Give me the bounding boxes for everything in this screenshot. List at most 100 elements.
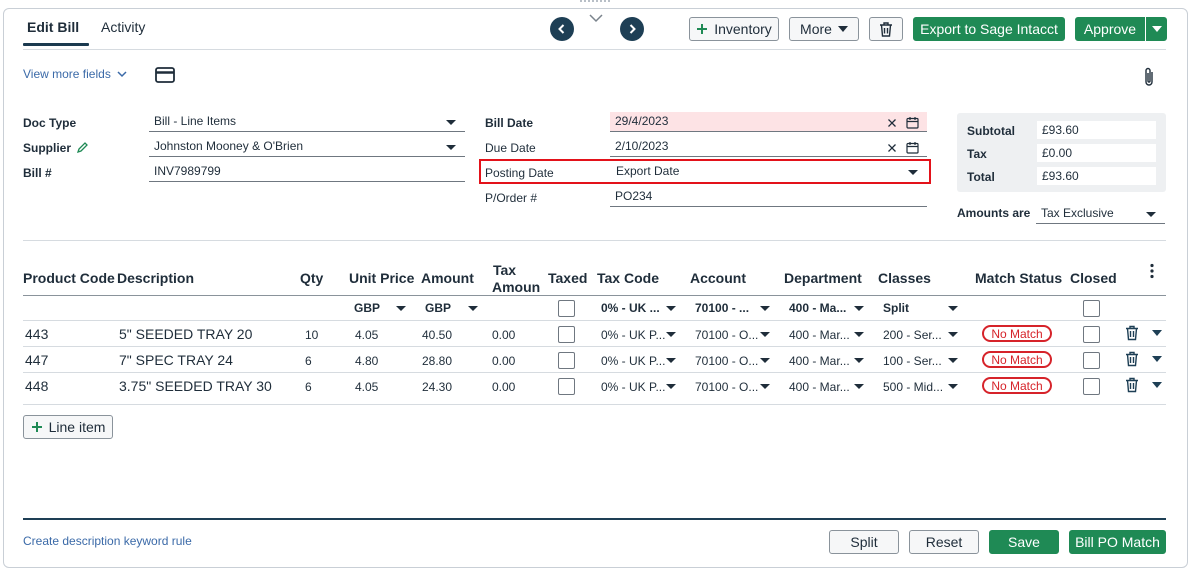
approve-button[interactable]: Approve — [1075, 17, 1145, 41]
col-description[interactable]: Description — [117, 270, 194, 286]
previous-bill-button[interactable] — [550, 17, 574, 41]
col-classes[interactable]: Classes — [878, 270, 931, 286]
row-amount[interactable]: 28.80 — [422, 354, 452, 368]
col-tax-code[interactable]: Tax Code — [597, 270, 659, 286]
chevron-down-icon[interactable] — [588, 12, 604, 24]
row-closed-checkbox[interactable] — [1083, 352, 1100, 369]
export-to-sage-intacct-button[interactable]: Export to Sage Intacct — [913, 17, 1065, 41]
col-closed[interactable]: Closed — [1070, 270, 1117, 286]
supplier-select[interactable]: Johnston Mooney & O'Brien — [149, 137, 465, 157]
view-more-fields-link[interactable]: View more fields — [23, 67, 127, 81]
col-tax-amount-line1[interactable]: Tax — [493, 262, 516, 278]
paperclip-icon[interactable] — [1142, 66, 1156, 88]
approve-options-button[interactable] — [1146, 17, 1167, 41]
credit-card-icon[interactable] — [155, 67, 175, 83]
col-qty[interactable]: Qty — [300, 270, 323, 286]
row-unit-price[interactable]: 4.80 — [355, 354, 378, 368]
row-qty[interactable]: 6 — [305, 354, 312, 368]
col-unit-price[interactable]: Unit Price — [349, 270, 414, 286]
delete-bill-button[interactable] — [869, 17, 903, 41]
create-keyword-rule-link[interactable]: Create description keyword rule — [23, 534, 192, 548]
match-status-badge: No Match — [982, 325, 1052, 342]
col-match-status[interactable]: Match Status — [975, 270, 1062, 286]
row-unit-price[interactable]: 4.05 — [355, 328, 378, 342]
row-description[interactable]: 7" SPEC TRAY 24 — [119, 352, 233, 368]
bill-number-input[interactable]: INV7989799 — [149, 162, 465, 182]
add-line-item-button[interactable]: Line item — [23, 415, 113, 439]
row-department[interactable]: 400 - Mar... — [789, 354, 850, 368]
row-description[interactable]: 5" SEEDED TRAY 20 — [119, 326, 252, 342]
closed-all-checkbox[interactable] — [1083, 300, 1100, 317]
row-product-code[interactable]: 448 — [25, 378, 48, 394]
row-closed-checkbox[interactable] — [1083, 326, 1100, 343]
trash-icon[interactable] — [1125, 377, 1139, 393]
trash-icon[interactable] — [1125, 351, 1139, 367]
caret-down-icon — [1151, 26, 1162, 32]
row-classes[interactable]: 200 - Ser... — [883, 328, 942, 342]
row-taxed-checkbox[interactable] — [558, 378, 575, 395]
col-tax-amount-line2[interactable]: Amoun — [492, 279, 540, 295]
row-tax-amount[interactable]: 0.00 — [492, 328, 515, 342]
col-amount[interactable]: Amount — [421, 270, 474, 286]
row-classes[interactable]: 500 - Mid... — [883, 380, 943, 394]
default-classes[interactable]: Split — [883, 301, 909, 315]
default-department[interactable]: 400 - Ma... — [789, 301, 846, 315]
col-department[interactable]: Department — [784, 270, 862, 286]
col-taxed[interactable]: Taxed — [548, 270, 587, 286]
row-account[interactable]: 70100 - O... — [695, 380, 758, 394]
clear-icon[interactable] — [887, 143, 897, 153]
split-button[interactable]: Split — [829, 530, 899, 554]
next-bill-button[interactable] — [620, 17, 644, 41]
resize-grip[interactable] — [580, 0, 610, 4]
trash-icon[interactable] — [1125, 325, 1139, 341]
row-tax-code[interactable]: 0% - UK P... — [601, 380, 665, 394]
row-department[interactable]: 400 - Mar... — [789, 328, 850, 342]
default-account[interactable]: 70100 - ... — [695, 301, 749, 315]
expand-row-icon[interactable] — [1152, 330, 1162, 336]
row-closed-checkbox[interactable] — [1083, 378, 1100, 395]
row-taxed-checkbox[interactable] — [558, 352, 575, 369]
due-date-input[interactable]: 2/10/2023 — [610, 137, 927, 157]
clear-icon[interactable] — [887, 118, 897, 128]
more-button[interactable]: More — [789, 17, 859, 41]
row-tax-code[interactable]: 0% - UK P... — [601, 328, 665, 342]
po-input[interactable]: PO234 — [610, 187, 927, 207]
row-classes[interactable]: 100 - Ser... — [883, 354, 942, 368]
col-account[interactable]: Account — [690, 270, 746, 286]
row-department[interactable]: 400 - Mar... — [789, 380, 850, 394]
row-unit-price[interactable]: 4.05 — [355, 380, 378, 394]
doc-type-select[interactable]: Bill - Line Items — [149, 112, 465, 132]
row-qty[interactable]: 10 — [305, 328, 318, 342]
col-product-code[interactable]: Product Code — [23, 270, 115, 286]
tab-activity[interactable]: Activity — [101, 19, 145, 35]
row-qty[interactable]: 6 — [305, 380, 312, 394]
unit-price-currency[interactable]: GBP — [354, 301, 380, 315]
column-options-icon[interactable] — [1149, 263, 1155, 279]
tab-edit-bill[interactable]: Edit Bill — [27, 19, 79, 35]
doc-type-caret-icon — [446, 120, 456, 125]
row-amount[interactable]: 24.30 — [422, 380, 452, 394]
bill-po-match-button[interactable]: Bill PO Match — [1069, 530, 1166, 554]
calendar-icon[interactable] — [906, 141, 919, 154]
row-taxed-checkbox[interactable] — [558, 326, 575, 343]
expand-row-icon[interactable] — [1152, 356, 1162, 362]
expand-row-icon[interactable] — [1152, 382, 1162, 388]
row-account[interactable]: 70100 - O... — [695, 354, 758, 368]
calendar-icon[interactable] — [906, 116, 919, 129]
row-tax-amount[interactable]: 0.00 — [492, 380, 515, 394]
row-amount[interactable]: 40.50 — [422, 328, 452, 342]
row-account[interactable]: 70100 - O... — [695, 328, 758, 342]
default-tax-code[interactable]: 0% - UK ... — [601, 301, 660, 315]
bill-date-input[interactable]: 29/4/2023 — [610, 112, 927, 132]
reset-button[interactable]: Reset — [909, 530, 979, 554]
row-tax-code[interactable]: 0% - UK P... — [601, 354, 665, 368]
taxed-all-checkbox[interactable] — [558, 300, 575, 317]
amount-currency[interactable]: GBP — [425, 301, 451, 315]
row-product-code[interactable]: 443 — [25, 326, 48, 342]
row-tax-amount[interactable]: 0.00 — [492, 354, 515, 368]
row-description[interactable]: 3.75" SEEDED TRAY 30 — [119, 378, 272, 394]
row-product-code[interactable]: 447 — [25, 352, 48, 368]
inventory-button[interactable]: Inventory — [689, 17, 779, 41]
pencil-icon[interactable] — [76, 141, 89, 154]
save-button[interactable]: Save — [989, 530, 1059, 554]
